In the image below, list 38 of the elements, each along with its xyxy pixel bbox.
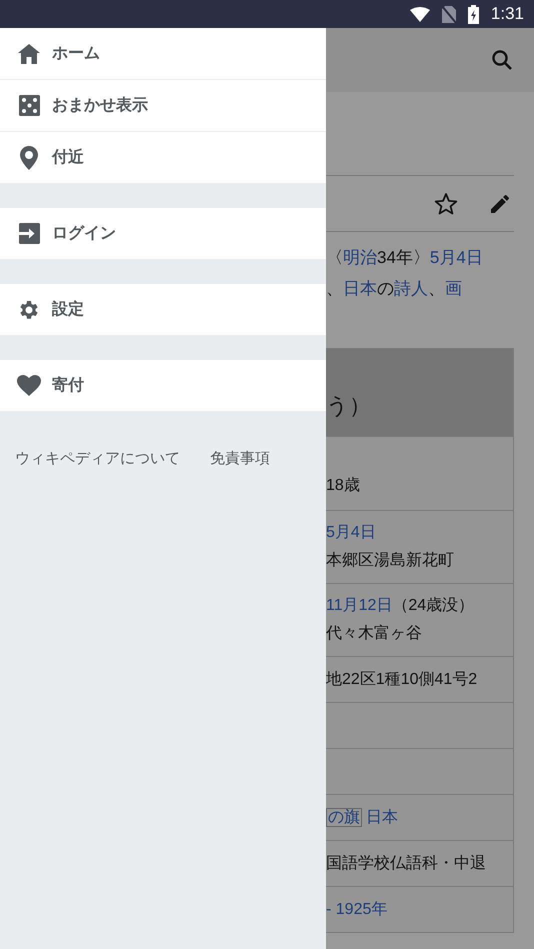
- flag-image-alt[interactable]: の旗: [326, 808, 362, 826]
- link[interactable]: 詩人: [394, 279, 428, 298]
- search-icon[interactable]: [490, 48, 514, 72]
- footer-link[interactable]: ウィキペディアについて: [15, 448, 180, 470]
- drawer-menu-item[interactable]: ログイン: [0, 208, 326, 259]
- footer-link[interactable]: 免責事項: [210, 448, 270, 470]
- infobox-cell-text: 18歳: [326, 476, 361, 496]
- wifi-icon: [410, 6, 430, 22]
- drawer-menu-item[interactable]: おまかせ表示: [0, 80, 326, 131]
- drawer-menu-item[interactable]: 設定: [0, 284, 326, 335]
- link[interactable]: - 1925年: [326, 900, 388, 918]
- infobox-cell-text: 11月12日（24歳没）: [326, 596, 476, 616]
- link[interactable]: 5月4日: [326, 524, 376, 541]
- article-text: 〈明治34年〉5月4日: [326, 247, 484, 269]
- clock-time: 1:31: [490, 3, 524, 26]
- heart-icon: [17, 375, 41, 396]
- infobox-cell-text: 地22区1種10側41号2: [326, 670, 478, 690]
- drawer-menu-item[interactable]: 付近: [0, 132, 326, 183]
- infobox-cell-text: 代々木富ヶ谷: [326, 624, 423, 644]
- battery-charging-icon: [468, 4, 479, 24]
- link[interactable]: 画: [445, 279, 462, 298]
- drawer-menu-item[interactable]: ホーム: [0, 28, 326, 79]
- infobox-title: う）: [326, 392, 371, 420]
- dice-icon: [18, 95, 40, 116]
- login-icon: [18, 223, 40, 244]
- link[interactable]: 日本: [366, 808, 398, 826]
- article-text: 、日本の詩人、画: [326, 278, 463, 300]
- infobox-cell-text: 本郷区湯島新花町: [326, 550, 455, 571]
- home-icon: [18, 44, 40, 64]
- link[interactable]: 5月4日: [430, 248, 483, 267]
- no-sim-icon: [442, 6, 456, 22]
- link[interactable]: 11月12日: [326, 597, 392, 614]
- star-icon[interactable]: [434, 192, 458, 216]
- link[interactable]: 明治: [343, 248, 377, 267]
- link[interactable]: 日本: [343, 279, 377, 298]
- drawer-menu-item[interactable]: 寄付: [0, 360, 326, 411]
- map-pin-icon: [20, 146, 38, 170]
- infobox-cell-text: 国語学校仏語科・中退: [326, 854, 487, 874]
